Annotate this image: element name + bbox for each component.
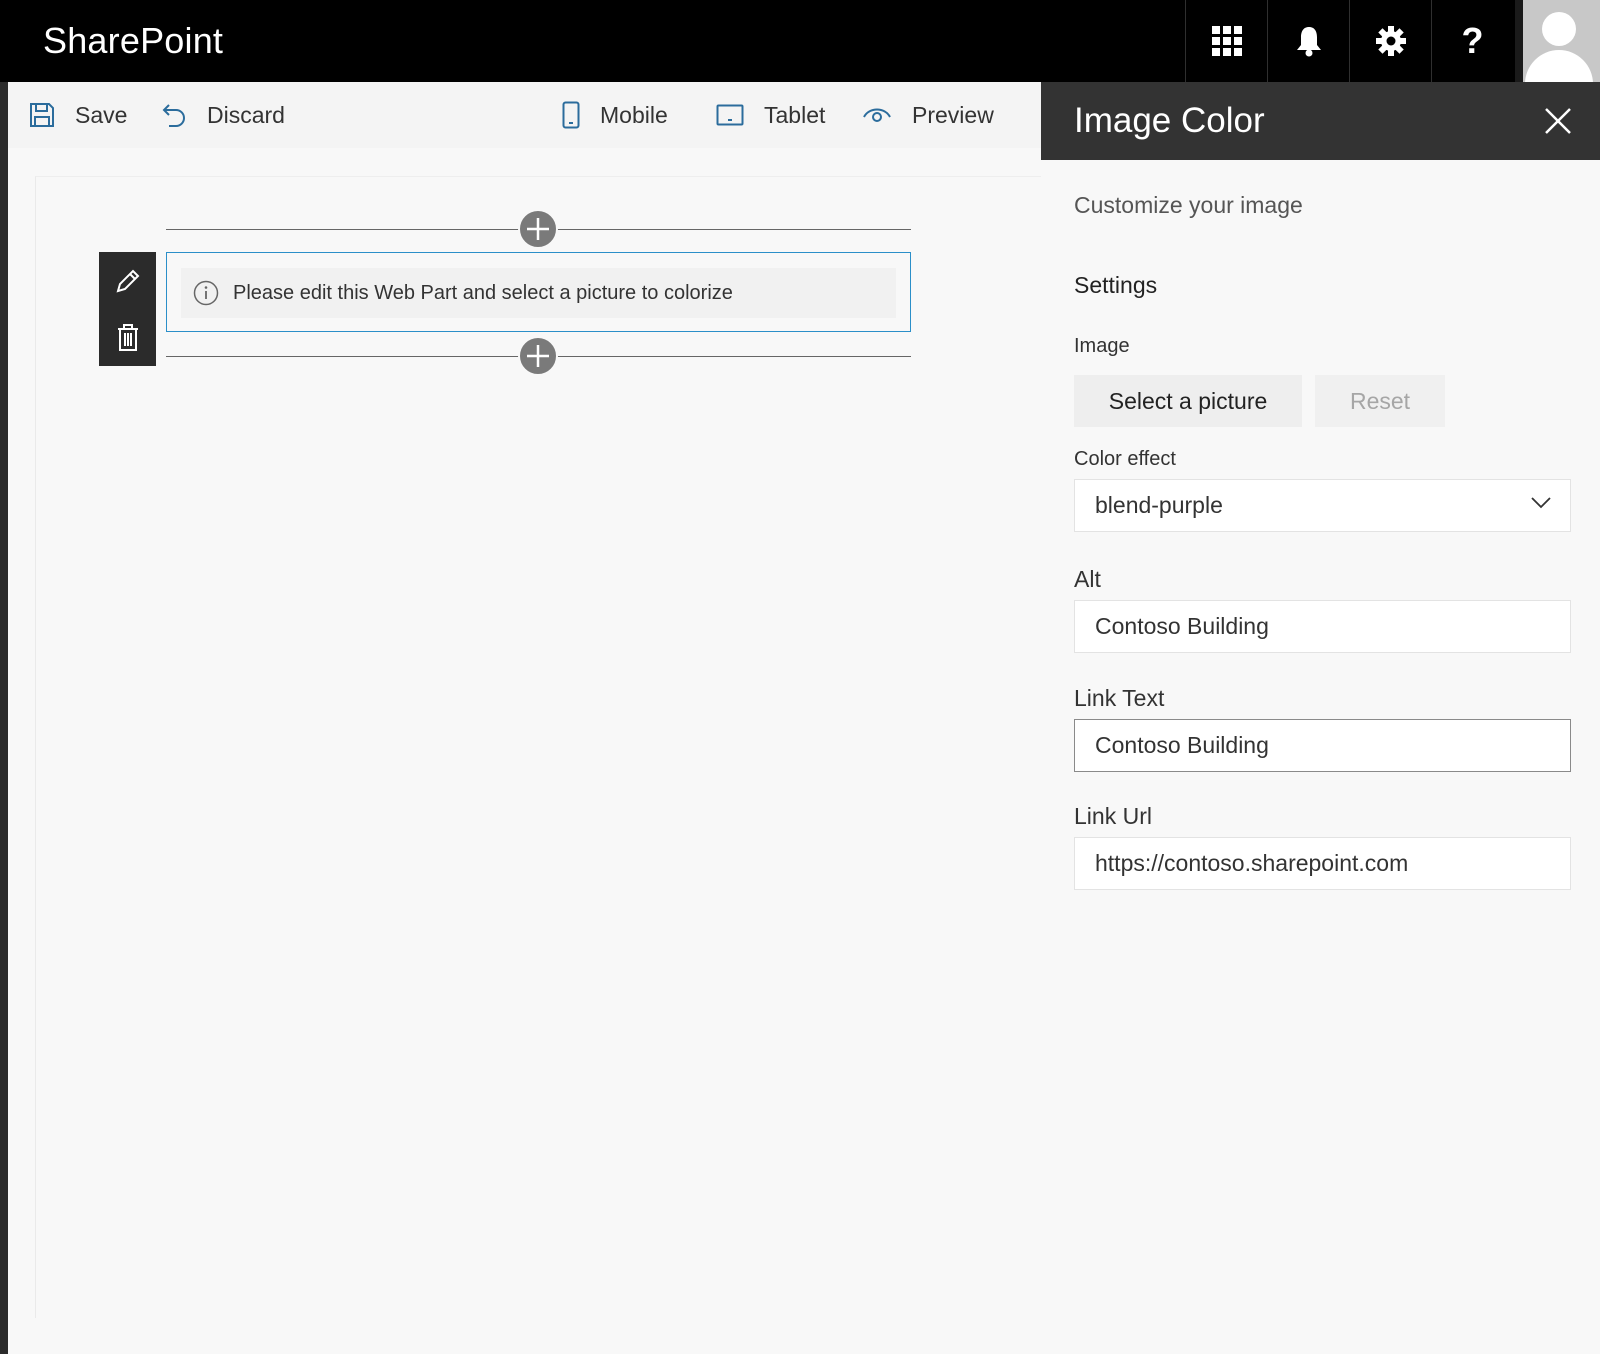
reset-button[interactable]: Reset bbox=[1315, 375, 1445, 427]
notifications-button[interactable] bbox=[1267, 0, 1349, 82]
edit-webpart-button[interactable] bbox=[99, 252, 156, 309]
brand-title[interactable]: SharePoint bbox=[43, 0, 223, 82]
property-pane-header: Image Color bbox=[1041, 82, 1600, 160]
select-picture-button[interactable]: Select a picture bbox=[1074, 375, 1302, 427]
link-url-input[interactable] bbox=[1074, 837, 1571, 890]
save-icon bbox=[30, 103, 54, 127]
tablet-label: Tablet bbox=[764, 101, 826, 128]
app-launcher-button[interactable] bbox=[1185, 0, 1267, 82]
property-pane: Image Color Customize your image Setting… bbox=[1041, 82, 1600, 1354]
bell-icon bbox=[1296, 27, 1321, 57]
alt-input[interactable] bbox=[1074, 600, 1571, 653]
avatar-divider bbox=[1515, 0, 1523, 82]
link-text-label: Link Text bbox=[1074, 685, 1165, 711]
settings-group-title: Settings bbox=[1074, 272, 1158, 298]
command-bar: Save Discard Mobile Tablet Preview bbox=[8, 82, 1041, 148]
add-webpart-top-button[interactable] bbox=[518, 209, 558, 249]
tablet-icon bbox=[716, 104, 744, 126]
discard-button[interactable]: Discard bbox=[161, 82, 285, 148]
color-effect-value: blend-purple bbox=[1095, 492, 1223, 518]
help-button[interactable]: ? bbox=[1431, 0, 1513, 82]
avatar[interactable] bbox=[1515, 0, 1600, 82]
link-url-label: Link Url bbox=[1074, 803, 1152, 829]
close-pane-button[interactable] bbox=[1539, 102, 1577, 140]
preview-label: Preview bbox=[912, 101, 994, 128]
tablet-button[interactable]: Tablet bbox=[716, 82, 825, 148]
plus-icon bbox=[527, 218, 549, 240]
placeholder-text: Please edit this Web Part and select a p… bbox=[233, 281, 733, 304]
plus-icon bbox=[527, 345, 549, 367]
image-label: Image bbox=[1074, 335, 1130, 357]
add-webpart-bottom-button[interactable] bbox=[518, 336, 558, 376]
color-effect-label: Color effect bbox=[1074, 448, 1176, 470]
mobile-label: Mobile bbox=[600, 101, 668, 128]
delete-webpart-button[interactable] bbox=[99, 309, 156, 366]
link-text-input[interactable] bbox=[1074, 719, 1571, 772]
eye-icon bbox=[863, 108, 891, 122]
trash-icon bbox=[117, 323, 138, 351]
chevron-down-icon bbox=[1531, 497, 1551, 509]
mobile-button[interactable]: Mobile bbox=[562, 82, 668, 148]
suite-bar: SharePoint ? bbox=[0, 0, 1600, 82]
app-launcher-icon bbox=[1211, 26, 1242, 56]
image-color-webpart[interactable]: Please edit this Web Part and select a p… bbox=[166, 252, 911, 332]
info-icon bbox=[193, 280, 219, 306]
placeholder-message: Please edit this Web Part and select a p… bbox=[181, 268, 896, 318]
gear-icon bbox=[1375, 26, 1406, 56]
settings-button[interactable] bbox=[1349, 0, 1431, 82]
pencil-icon bbox=[116, 269, 139, 292]
mobile-icon bbox=[562, 101, 580, 129]
avatar-head-shape bbox=[1542, 12, 1576, 46]
pane-description: Customize your image bbox=[1074, 192, 1303, 218]
color-effect-dropdown[interactable]: blend-purple bbox=[1074, 479, 1571, 532]
undo-icon bbox=[162, 104, 185, 127]
save-label: Save bbox=[75, 101, 128, 128]
save-button[interactable]: Save bbox=[29, 82, 127, 148]
window-left-edge bbox=[0, 0, 8, 1354]
property-pane-title: Image Color bbox=[1074, 101, 1265, 140]
preview-button[interactable]: Preview bbox=[862, 82, 994, 148]
alt-label: Alt bbox=[1074, 566, 1101, 592]
help-icon: ? bbox=[1461, 20, 1484, 61]
discard-label: Discard bbox=[207, 101, 285, 128]
webpart-toolbox bbox=[99, 252, 156, 366]
close-icon bbox=[1545, 108, 1571, 134]
avatar-body-shape bbox=[1525, 50, 1593, 82]
